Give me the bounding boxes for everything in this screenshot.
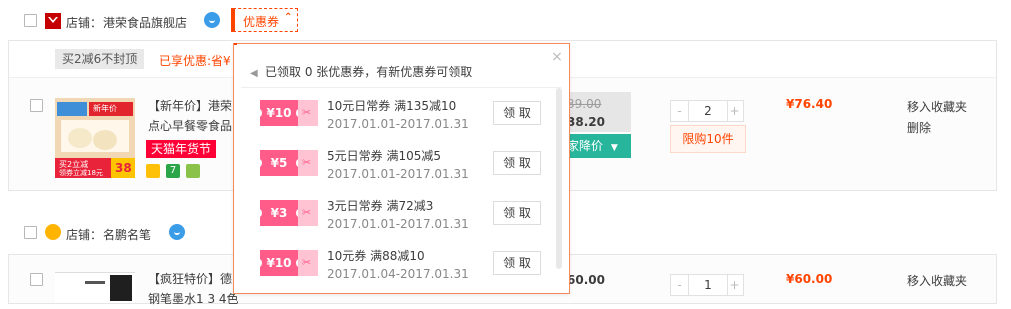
tmall-store-icon: [45, 13, 61, 29]
purchase-limit-badge: 限购10件: [670, 125, 746, 153]
qty-input[interactable]: 1: [688, 275, 728, 295]
current-price: 38.20: [567, 115, 605, 129]
qty-increase-button[interactable]: +: [726, 101, 743, 121]
current-price: 60.00: [567, 273, 605, 287]
coupon-ticket-tail: ✂: [298, 250, 318, 276]
tmall-festival-tag[interactable]: 天猫年货节: [146, 140, 217, 158]
store-name-label: 店铺：: [66, 228, 103, 242]
image-price: 38: [115, 161, 132, 175]
coupon-ticket-amount: ¥5: [256, 150, 302, 176]
scissors-icon: ✂: [302, 156, 312, 169]
image-bottom-text: 领券立减18元: [59, 169, 103, 177]
promo-saved-text: 已享优惠:省¥: [159, 54, 231, 68]
product-image[interactable]: 新年价 买2立减 领券立减18元 38: [55, 98, 135, 178]
product-title-line1[interactable]: 【新年价】港荣: [148, 96, 232, 116]
coupon-item: ¥10 ✂ 10元日常券 满135减10 2017.01.01-2017.01.…: [234, 90, 554, 140]
coupon-title: 3元日常券 满72减3: [327, 199, 434, 213]
store-checkbox[interactable]: [24, 226, 37, 239]
coupon-item: ¥10 ✂ 10元券 满88减10 2017.01.04-2017.01.31 …: [234, 240, 554, 290]
original-price: 39.00: [567, 97, 602, 111]
chat-icon[interactable]: [169, 224, 185, 240]
coupon-ticket-amount: ¥3: [256, 200, 302, 226]
move-to-favorites-link[interactable]: 移入收藏夹: [907, 272, 967, 289]
coupon-ticket-amount: ¥10: [256, 100, 302, 126]
coupon-ticket-amount: ¥10: [256, 250, 302, 276]
image-top-text: 新年价: [93, 104, 117, 113]
store-name-label: 店铺：: [66, 16, 103, 30]
coupon-button-label: 优惠券: [243, 15, 280, 29]
store-name-link[interactable]: 名鹏名笔: [103, 226, 151, 243]
item-checkbox[interactable]: [30, 273, 43, 286]
coupon-dates: 2017.01.01-2017.01.31: [327, 167, 469, 181]
coupon-dropdown-button[interactable]: 优惠券 ⌃: [231, 8, 298, 32]
scissors-icon: ✂: [302, 206, 312, 219]
divider: [241, 87, 561, 88]
claim-coupon-button[interactable]: 领 取: [493, 201, 541, 225]
product-title-line2[interactable]: 钢笔墨水1 3 4色: [148, 289, 239, 309]
popup-notch: [234, 43, 237, 45]
coupon-item: ¥3 ✂ 3元日常券 满72减3 2017.01.01-2017.01.31 领…: [234, 190, 554, 240]
coupon-dates: 2017.01.04-2017.01.31: [327, 267, 469, 281]
scrollbar[interactable]: [556, 88, 562, 269]
credit-card-icon: [146, 164, 160, 178]
speaker-icon: ◀: [250, 68, 258, 79]
claim-coupon-button[interactable]: 领 取: [493, 151, 541, 175]
coupon-ticket-tail: ✂: [298, 100, 318, 126]
store-name-link[interactable]: 港荣食品旗舰店: [103, 14, 187, 31]
close-icon[interactable]: ×: [550, 50, 564, 64]
coupon-dates: 2017.01.01-2017.01.31: [327, 217, 469, 231]
coupon-title: 5元日常券 满105减5: [327, 149, 441, 163]
coupon-popup: × ◀ 已领取 0 张优惠券，有新优惠券可领取 ¥10 ✂ 10元日常券 满135…: [233, 43, 570, 294]
chevron-down-icon: ▼: [610, 143, 618, 153]
seven-day-return-icon: 7: [166, 164, 180, 178]
delete-link[interactable]: 删除: [907, 119, 931, 136]
chat-icon[interactable]: [204, 12, 220, 28]
coupon-notice: ◀ 已领取 0 张优惠券，有新优惠券可领取: [250, 63, 472, 80]
coupon-notice-text: 已领取 0 张优惠券，有新优惠券可领取: [265, 65, 473, 79]
taobao-store-icon: [45, 224, 61, 240]
subtotal: ¥76.40: [786, 97, 833, 111]
scissors-icon: ✂: [302, 256, 312, 269]
quantity-stepper[interactable]: - 1 +: [670, 274, 744, 296]
coupon-title: 10元券 满88减10: [327, 249, 425, 263]
coupon-ticket-tail: ✂: [298, 200, 318, 226]
coupon-title: 10元日常券 满135减10: [327, 99, 457, 113]
gift-icon: [186, 164, 200, 178]
qty-increase-button[interactable]: +: [726, 275, 743, 295]
qty-decrease-button[interactable]: -: [671, 275, 688, 295]
price-drop-button[interactable]: 家降价 ▼: [567, 134, 631, 158]
coupon-ticket-tail: ✂: [298, 150, 318, 176]
scissors-icon: ✂: [302, 106, 312, 119]
coupon-item: ¥5 ✂ 5元日常券 满105减5 2017.01.01-2017.01.31 …: [234, 140, 554, 190]
chevron-up-icon: ⌃: [284, 12, 293, 23]
product-title-line2[interactable]: 点心早餐零食品: [148, 116, 232, 136]
product-title-line1[interactable]: 【疯狂特价】德: [148, 269, 232, 289]
claim-coupon-button[interactable]: 领 取: [493, 101, 541, 125]
item-checkbox[interactable]: [30, 99, 43, 112]
product-image[interactable]: [55, 272, 135, 303]
store-header: 店铺： 港荣食品旗舰店: [0, 5, 1011, 35]
coupon-dates: 2017.01.01-2017.01.31: [327, 117, 469, 131]
coupon-tab-marker: [231, 8, 235, 32]
price-drop-label: 家降价: [567, 139, 604, 153]
store-checkbox[interactable]: [24, 14, 37, 27]
qty-input[interactable]: 2: [688, 101, 728, 121]
move-to-favorites-link[interactable]: 移入收藏夹: [907, 98, 967, 115]
claim-coupon-button[interactable]: 领 取: [493, 251, 541, 275]
subtotal: ¥60.00: [786, 272, 833, 286]
qty-decrease-button[interactable]: -: [671, 101, 688, 121]
promo-tag: 买2减6不封顶: [55, 49, 145, 69]
quantity-stepper[interactable]: - 2 +: [670, 100, 744, 122]
